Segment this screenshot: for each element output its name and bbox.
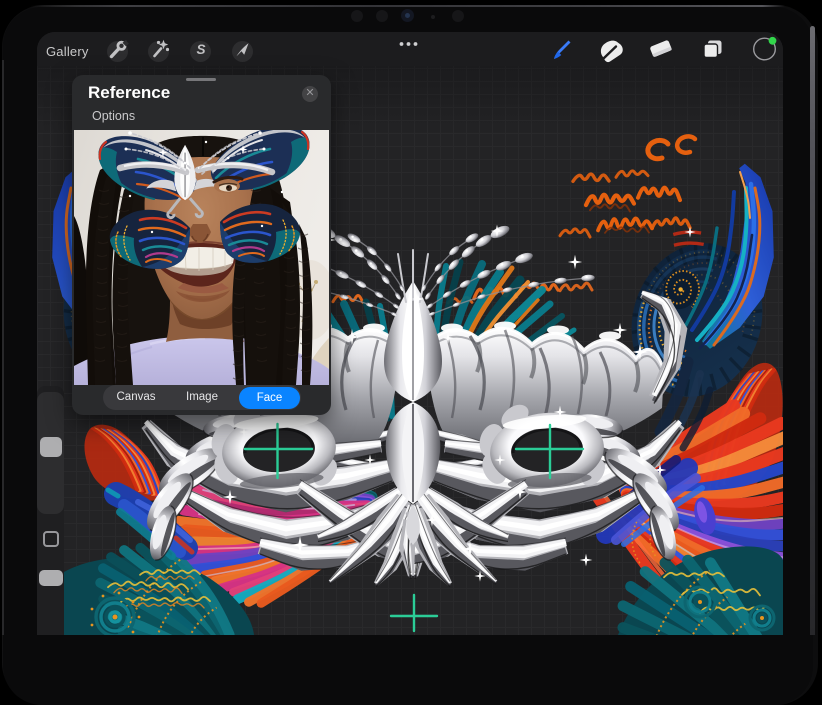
svg-text:S: S	[196, 42, 205, 57]
